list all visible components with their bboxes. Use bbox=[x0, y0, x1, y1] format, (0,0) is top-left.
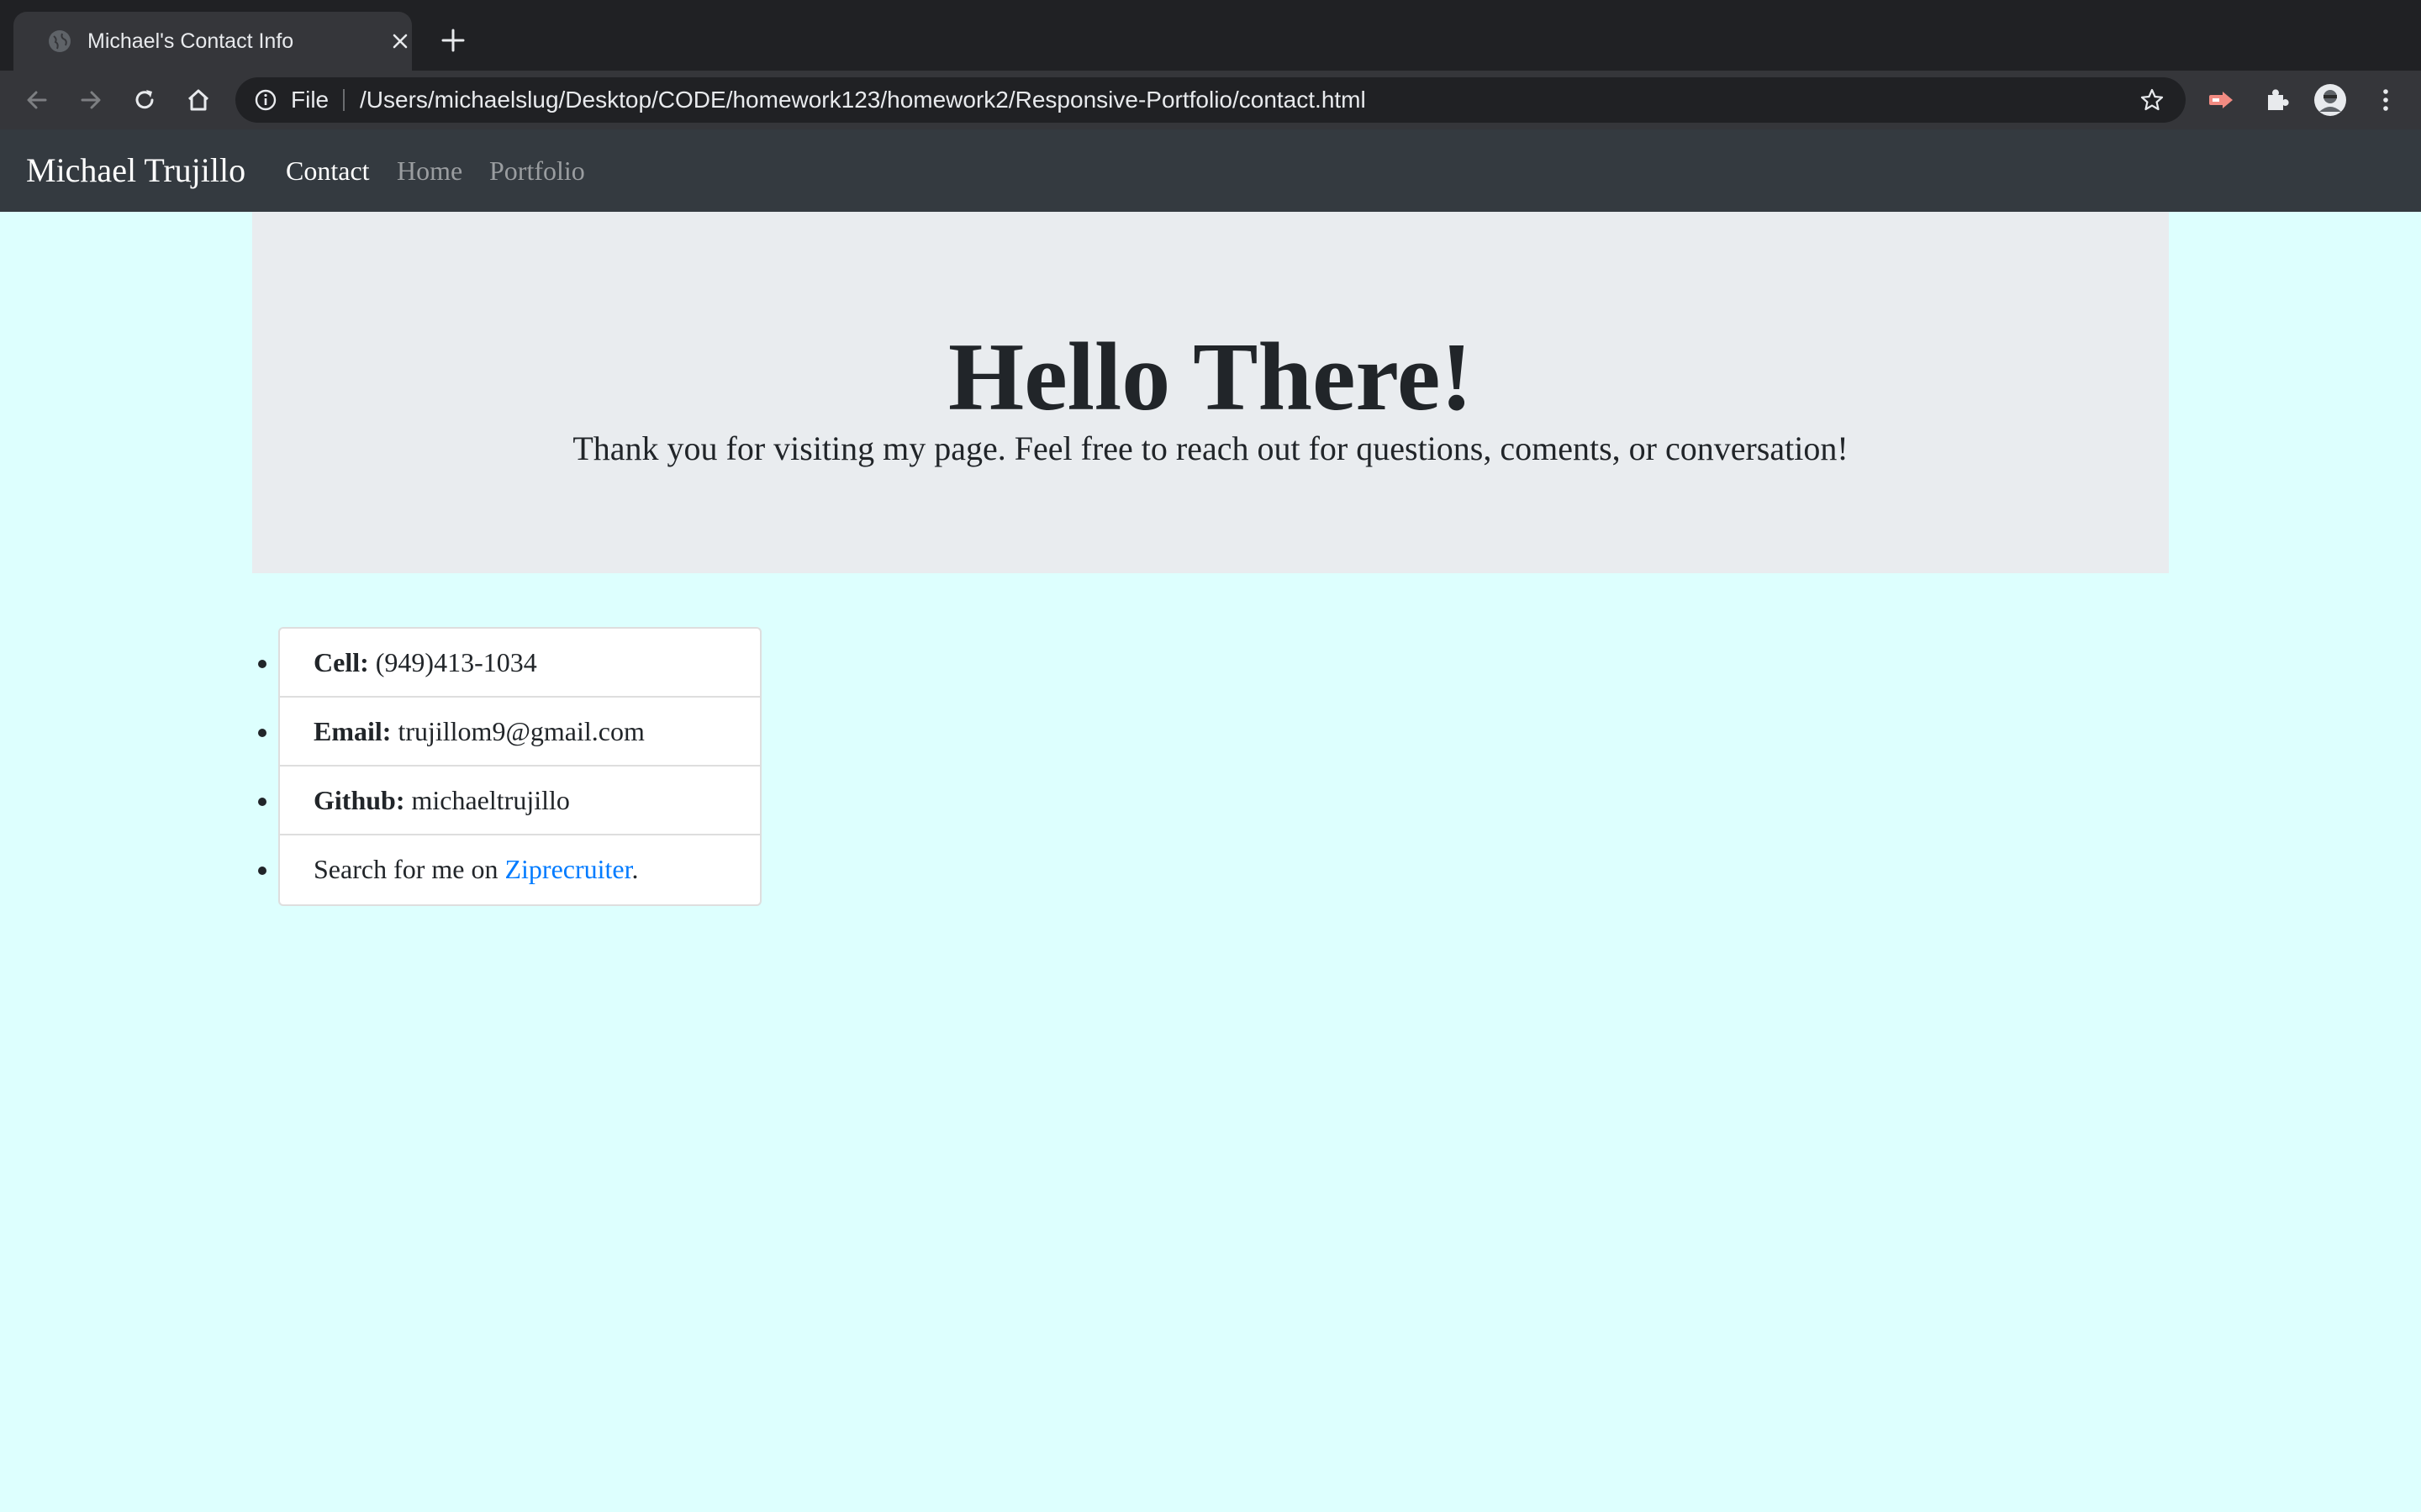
contact-item-email: Email: trujillom9@gmail.com bbox=[280, 698, 760, 767]
browser-toolbar: File /Users/michaelslug/Desktop/CODE/hom… bbox=[0, 71, 2421, 129]
email-value: trujillom9@gmail.com bbox=[398, 716, 645, 746]
site-navbar: Michael Trujillo Contact Home Portfolio bbox=[0, 129, 2421, 212]
hero-jumbotron: Hello There! Thank you for visiting my p… bbox=[252, 212, 2169, 573]
contact-item-search: Search for me on Ziprecruiter. bbox=[280, 835, 760, 904]
avatar[interactable] bbox=[2313, 83, 2347, 117]
tab-title: Michael's Contact Info bbox=[87, 29, 294, 53]
divider bbox=[343, 89, 345, 111]
reload-icon[interactable] bbox=[129, 85, 160, 115]
contact-item-cell: Cell: (949)413-1034 bbox=[280, 629, 760, 698]
contact-list: Cell: (949)413-1034 Email: trujillom9@gm… bbox=[278, 627, 762, 906]
hero-title: Hello There! bbox=[948, 324, 1473, 431]
browser-tab[interactable]: Michael's Contact Info bbox=[13, 12, 412, 71]
brand-link[interactable]: Michael Trujillo bbox=[26, 129, 245, 212]
close-icon[interactable] bbox=[388, 29, 412, 53]
github-label: Github: bbox=[314, 785, 405, 815]
forward-arrow-icon[interactable] bbox=[76, 85, 106, 115]
nav-link-portfolio[interactable]: Portfolio bbox=[489, 129, 585, 212]
star-icon[interactable] bbox=[2139, 87, 2165, 113]
info-icon[interactable] bbox=[254, 88, 277, 112]
home-icon[interactable] bbox=[183, 85, 214, 115]
nav-link-contact[interactable]: Contact bbox=[286, 129, 370, 212]
hero-subtitle: Thank you for visiting my page. Feel fre… bbox=[572, 429, 1849, 467]
ziprecruiter-link[interactable]: Ziprecruiter bbox=[504, 854, 631, 884]
nav-link-home[interactable]: Home bbox=[397, 129, 462, 212]
scheme-label: File bbox=[291, 87, 330, 113]
back-arrow-icon[interactable] bbox=[22, 85, 52, 115]
cell-value: (949)413-1034 bbox=[375, 647, 537, 677]
cell-label: Cell: bbox=[314, 647, 369, 677]
browser-tab-strip: Michael's Contact Info bbox=[0, 0, 2421, 71]
address-bar[interactable]: File /Users/michaelslug/Desktop/CODE/hom… bbox=[235, 77, 2186, 123]
search-suffix: . bbox=[631, 854, 639, 884]
email-label: Email: bbox=[314, 716, 392, 746]
kebab-menu-icon[interactable] bbox=[2371, 85, 2401, 115]
github-value: michaeltrujillo bbox=[411, 785, 570, 815]
globe-icon bbox=[49, 30, 71, 52]
contact-item-github: Github: michaeltrujillo bbox=[280, 767, 760, 835]
extension-arrow-icon[interactable] bbox=[2206, 85, 2236, 115]
puzzle-icon[interactable] bbox=[2261, 85, 2292, 115]
url-text[interactable]: /Users/michaelslug/Desktop/CODE/homework… bbox=[360, 77, 1366, 123]
search-prefix: Search for me on bbox=[314, 854, 505, 884]
plus-icon[interactable] bbox=[439, 26, 467, 55]
